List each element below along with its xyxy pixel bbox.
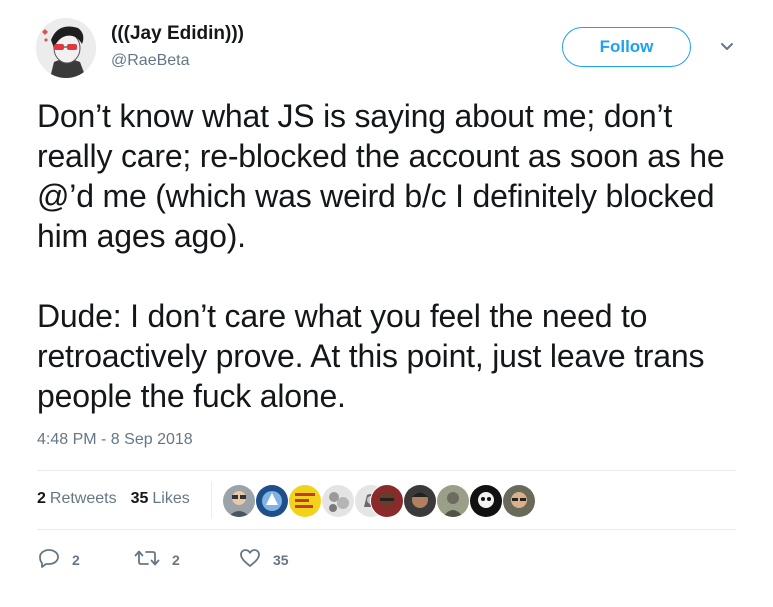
liker-avatar[interactable]	[255, 484, 289, 518]
tweet-paragraph: Don’t know what JS is saying about me; d…	[37, 98, 725, 254]
liker-avatar[interactable]	[321, 484, 355, 518]
stats-separator	[211, 482, 212, 518]
divider	[37, 470, 736, 471]
retweets-stat[interactable]: 2 Retweets	[37, 490, 117, 508]
likes-label: Likes	[152, 490, 190, 507]
retweet-action[interactable]: 2	[134, 548, 180, 571]
retweets-count: 2	[37, 490, 46, 507]
likes-count: 35	[130, 490, 149, 507]
retweet-count: 2	[172, 551, 180, 568]
retweet-icon[interactable]	[134, 548, 160, 571]
heart-icon[interactable]	[239, 548, 261, 571]
retweets-label: Retweets	[49, 490, 117, 507]
author-avatar[interactable]	[36, 18, 96, 78]
tweet-card: (((Jay Edidin))) @RaeBeta Follow Don’t k…	[0, 0, 773, 607]
likes-stat[interactable]: 35 Likes	[131, 490, 190, 508]
tweet-paragraph: Dude: I don’t care what you feel the nee…	[37, 298, 705, 414]
like-action[interactable]: 35	[239, 548, 289, 571]
liker-avatar[interactable]	[370, 484, 404, 518]
like-count: 35	[273, 551, 289, 568]
liker-avatar[interactable]	[288, 484, 322, 518]
tweet-text: Don’t know what JS is saying about me; d…	[37, 96, 749, 416]
author-handle[interactable]: @RaeBeta	[111, 52, 190, 70]
chevron-down-icon[interactable]	[716, 36, 738, 58]
liker-avatar[interactable]	[222, 484, 256, 518]
liker-avatar[interactable]	[403, 484, 437, 518]
liker-avatar[interactable]	[469, 484, 503, 518]
author-display-name[interactable]: (((Jay Edidin)))	[111, 23, 244, 45]
liker-avatar[interactable]	[436, 484, 470, 518]
reply-icon[interactable]	[38, 548, 60, 571]
tweet-timestamp[interactable]: 4:48 PM - 8 Sep 2018	[37, 431, 193, 449]
tweet-stats: 2 Retweets 35 Likes	[37, 490, 190, 508]
follow-button[interactable]: Follow	[562, 27, 691, 67]
liker-avatar[interactable]	[502, 484, 536, 518]
divider	[37, 529, 736, 530]
reply-count: 2	[72, 551, 80, 568]
reply-action[interactable]: 2	[38, 548, 80, 571]
